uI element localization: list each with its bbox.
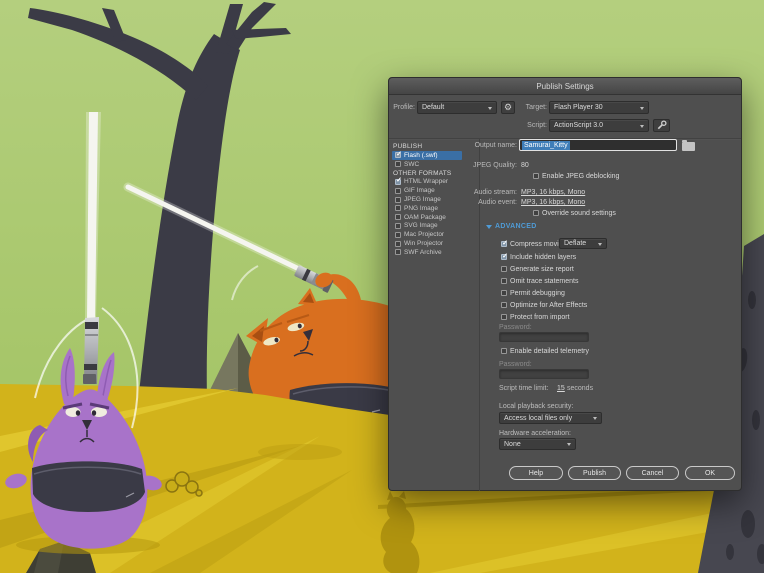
- jpeg-deblocking-label[interactable]: Enable JPEG deblocking: [542, 173, 619, 181]
- check-icon: ✓: [502, 240, 508, 247]
- password-label: Password:: [499, 361, 532, 369]
- profile-dropdown[interactable]: Default: [417, 101, 497, 114]
- output-name-input[interactable]: Samurai_Kitty: [519, 139, 677, 151]
- dialog-title: Publish Settings: [536, 82, 593, 91]
- chevron-down-icon: [598, 243, 602, 246]
- bunny-pants: [32, 461, 145, 512]
- override-sound-label[interactable]: Override sound settings: [542, 210, 616, 218]
- compress-movie-checkbox[interactable]: ✓: [501, 241, 507, 247]
- generate-size-report-label[interactable]: Generate size report: [510, 266, 574, 274]
- check-icon: ✓: [396, 177, 402, 184]
- jpeg-quality-value[interactable]: 80: [521, 162, 529, 170]
- chevron-down-icon: [488, 107, 492, 110]
- sidebar-item-mac-projector[interactable]: Mac Projector: [392, 230, 462, 239]
- protect-from-import-checkbox[interactable]: [501, 314, 507, 320]
- checkbox[interactable]: ✓: [395, 179, 401, 185]
- script-time-limit-value[interactable]: 15: [557, 385, 565, 393]
- script-time-limit-suffix: seconds: [567, 385, 593, 393]
- check-icon: ✓: [502, 253, 508, 260]
- advanced-section-toggle[interactable]: ADVANCED: [486, 223, 537, 230]
- script-settings-button[interactable]: [653, 119, 670, 132]
- check-icon: ✓: [396, 151, 402, 158]
- profile-label: Profile:: [389, 104, 415, 112]
- password-label: Password:: [499, 324, 532, 332]
- target-dropdown[interactable]: Flash Player 30: [549, 101, 649, 114]
- checkbox[interactable]: [395, 161, 401, 167]
- checkbox[interactable]: [395, 249, 401, 255]
- detailed-telemetry-checkbox[interactable]: [501, 348, 507, 354]
- permit-debugging-checkbox[interactable]: [501, 290, 507, 296]
- generate-size-report-checkbox[interactable]: [501, 266, 507, 272]
- sidebar-item-svg-image[interactable]: SVG Image: [392, 222, 462, 231]
- profile-options-button[interactable]: ⚙: [501, 101, 515, 114]
- protect-from-import-label[interactable]: Protect from import: [510, 314, 570, 322]
- include-hidden-layers-label[interactable]: Include hidden layers: [510, 254, 576, 262]
- audio-event-label: Audio event:: [429, 199, 517, 207]
- optimize-after-effects-checkbox[interactable]: [501, 302, 507, 308]
- checkbox[interactable]: [395, 214, 401, 220]
- include-hidden-layers-checkbox[interactable]: ✓: [501, 254, 507, 260]
- optimize-after-effects-label[interactable]: Optimize for After Effects: [510, 302, 587, 310]
- detailed-telemetry-label[interactable]: Enable detailed telemetry: [510, 348, 589, 356]
- ok-button[interactable]: OK: [685, 466, 735, 480]
- audio-event-value[interactable]: MP3, 16 kbps, Mono: [521, 199, 585, 207]
- password-input[interactable]: [499, 369, 589, 379]
- wrench-icon: [656, 120, 667, 131]
- omit-trace-label[interactable]: Omit trace statements: [510, 278, 578, 286]
- chevron-down-icon: [593, 417, 597, 420]
- hardware-acceleration-label: Hardware acceleration:: [499, 430, 571, 438]
- sidebar-item-win-projector[interactable]: Win Projector: [392, 239, 462, 248]
- folder-icon[interactable]: [682, 142, 695, 151]
- sidebar-item-swf-archive[interactable]: SWF Archive: [392, 248, 462, 257]
- override-sound-checkbox[interactable]: [533, 210, 539, 216]
- script-time-limit-label: Script time limit:: [499, 385, 548, 393]
- lightsaber-hilt: [83, 317, 99, 384]
- publish-settings-dialog: Publish Settings Profile: Default ⚙ Targ…: [388, 77, 742, 491]
- sidebar-item-oam-package[interactable]: OAM Package: [392, 213, 462, 222]
- output-name-label: Output name:: [445, 142, 517, 150]
- checkbox[interactable]: [395, 232, 401, 238]
- checkbox[interactable]: [395, 197, 401, 203]
- playback-security-label: Local playback security:: [499, 403, 573, 411]
- dialog-titlebar[interactable]: Publish Settings: [389, 78, 741, 95]
- compress-method-dropdown[interactable]: Deflate: [559, 238, 607, 249]
- gear-icon: ⚙: [504, 102, 512, 113]
- target-label: Target:: [517, 104, 547, 112]
- checkbox[interactable]: [395, 241, 401, 247]
- checkbox[interactable]: [395, 223, 401, 229]
- chevron-down-icon: [640, 107, 644, 110]
- sidebar-item-flash-swf[interactable]: ✓ Flash (.swf): [392, 151, 462, 160]
- jpeg-quality-label: JPEG Quality:: [429, 162, 517, 170]
- sidebar-item-html-wrapper[interactable]: ✓ HTML Wrapper: [392, 178, 462, 187]
- cancel-button[interactable]: Cancel: [626, 466, 679, 480]
- omit-trace-checkbox[interactable]: [501, 278, 507, 284]
- audio-stream-value[interactable]: MP3, 16 kbps, Mono: [521, 189, 585, 197]
- checkbox[interactable]: [395, 205, 401, 211]
- script-dropdown[interactable]: ActionScript 3.0: [549, 119, 649, 132]
- checkbox[interactable]: ✓: [395, 152, 401, 158]
- checkbox[interactable]: [395, 188, 401, 194]
- script-label: Script:: [517, 122, 547, 130]
- password-input[interactable]: [499, 332, 589, 342]
- jpeg-deblocking-checkbox[interactable]: [533, 173, 539, 179]
- chevron-down-icon: [640, 125, 644, 128]
- help-button[interactable]: Help: [509, 466, 563, 480]
- chevron-down-icon: [567, 443, 571, 446]
- compress-movie-label[interactable]: Compress movie: [510, 241, 563, 249]
- animation-canvas: Publish Settings Profile: Default ⚙ Targ…: [0, 0, 764, 573]
- hardware-acceleration-dropdown[interactable]: None: [499, 438, 576, 450]
- publish-button[interactable]: Publish: [568, 466, 621, 480]
- triangle-down-icon: [486, 225, 492, 229]
- playback-security-dropdown[interactable]: Access local files only: [499, 412, 602, 424]
- audio-stream-label: Audio stream:: [429, 189, 517, 197]
- permit-debugging-label[interactable]: Permit debugging: [510, 290, 565, 298]
